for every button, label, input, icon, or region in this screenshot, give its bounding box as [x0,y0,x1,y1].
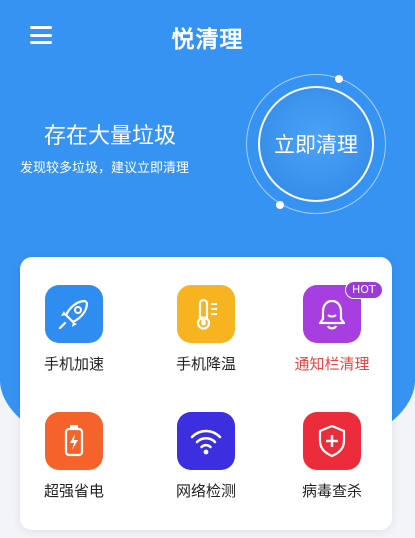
tool-virus-scan[interactable]: 病毒查杀 [272,412,392,501]
junk-status-subline: 发现较多垃圾，建议立即清理 [20,161,190,176]
tool-power-saving[interactable]: 超强省电 [14,412,134,501]
tool-phone-cooldown[interactable]: 手机降温 [146,285,266,374]
wifi-icon [177,412,235,470]
bell-icon: HOT [303,281,383,343]
rocket-icon [45,285,103,343]
tool-label: 手机加速 [43,355,104,373]
tool-label: 通知栏清理 [294,355,370,373]
ring-dot-bottom [276,201,284,209]
ring-dot-top [335,75,343,83]
tool-label: 手机降温 [175,355,236,373]
junk-status-headline: 存在大量垃圾 [43,124,176,149]
tool-network-check[interactable]: 网络检测 [146,412,266,501]
tool-label: 网络检测 [175,482,236,500]
shield-icon [303,412,361,470]
tools-card: 手机加速 手机降温 HOT 通知栏清理 超强省电 网络检测 病毒查杀 [20,257,392,530]
thermometer-icon [177,285,235,343]
battery-icon [45,412,103,470]
app-title: 悦清理 [171,27,244,53]
hot-badge: HOT [345,281,383,299]
tool-notification-clean[interactable]: HOT 通知栏清理 [272,281,392,374]
tool-label: 病毒查杀 [301,482,362,500]
clean-now-button[interactable]: 立即清理 [258,86,374,202]
tool-phone-speedup[interactable]: 手机加速 [14,285,134,374]
tool-label: 超强省电 [43,482,104,500]
